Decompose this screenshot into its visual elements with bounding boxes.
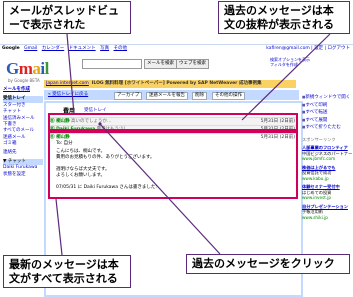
callout-click-past: 過去のメッセージをクリック (186, 254, 350, 274)
left-nav: メールを作成 受信トレイ スター付き チャット 送信済みメール 下書き すべての… (3, 87, 43, 178)
conversation-toolbar: « 受信トレイに戻る アーカイブ 迷惑メールを報告 削除 その他の操作 (44, 90, 299, 100)
callout-snippet: 過去のメッセージは本文の抜粋が表示される (218, 1, 350, 34)
top-ad-banner[interactable]: Japan internet.com ILOG 無料料理 [ホワイトペーパー] … (44, 80, 296, 88)
report-spam-button[interactable]: 迷惑メールを報告 (146, 92, 188, 100)
sponsored-ad[interactable]: 体験セミナー受付中 はじめての投資 www.invest.jp (302, 184, 351, 201)
callout-thread-view: メールがスレッドビューで表示された (3, 1, 131, 34)
top-ad-text[interactable]: ILOG 無料料理 [ホワイトペーパー] Powered by SAP NetW… (92, 81, 262, 86)
forward-all-link[interactable]: すべて転送 (302, 109, 351, 117)
callout-thread-view-text: メールがスレッドビューで表示された (9, 4, 119, 31)
nav-google[interactable]: Google (2, 46, 20, 51)
callout-snippet-text: 過去のメッセージは本文の抜粋が表示される (224, 4, 334, 31)
ad-url: www.kabu.jp (302, 175, 329, 181)
compose-link[interactable]: メールを作成 (3, 87, 43, 93)
search-mail-button[interactable]: メールを検索 (144, 59, 177, 69)
collapse-all-link[interactable]: すべて折りたたむ (302, 124, 351, 132)
nav-gmail[interactable]: Gmail (24, 46, 37, 51)
archive-button[interactable]: アーカイブ (114, 92, 143, 100)
user-bar[interactable]: kafiren@gmail.com | 設定 | ログアウト (266, 46, 350, 52)
chat-user[interactable]: Daiki Furukawa (3, 165, 43, 171)
highlight-expanded-message (48, 131, 298, 199)
back-to-inbox-link[interactable]: « 受信トレイに戻る (46, 92, 90, 98)
callout-latest-full-text: 最新のメッセージは本文がすべて表示される (9, 258, 119, 285)
nav-photos[interactable]: 写真 (100, 46, 109, 51)
gmail-logo[interactable]: Gmail (6, 59, 49, 79)
expand-all-link[interactable]: すべて展開 (302, 117, 351, 125)
sponsored-ad[interactable]: 株価は上がるでも 投資信託で成功 www.kabu.jp (302, 165, 351, 182)
more-actions-select[interactable]: その他の操作 (212, 92, 245, 100)
ad-url: www.jbmfc.com (302, 156, 336, 161)
create-filter-link[interactable]: フィルタを作成 (270, 62, 310, 67)
delete-button[interactable]: 削除 (192, 92, 207, 100)
right-column: 新規ウィンドウで開く すべて印刷 すべて転送 すべて展開 すべて折りたたむ スポ… (302, 94, 352, 221)
nav-docs[interactable]: ドキュメント (69, 46, 96, 51)
sidebar-item-trash[interactable]: ゴミ箱 (3, 141, 43, 147)
callout-latest-full: 最新のメッセージは本文がすべて表示される (3, 255, 131, 288)
search-input[interactable] (82, 59, 142, 69)
contacts-link[interactable]: 連絡先 (3, 150, 43, 156)
sponsored-ad[interactable]: 人脈事業のフロンティア 中国ビジネスのパートナー www.jbmfc.com (302, 145, 352, 162)
sponsored-ad[interactable]: 自分プレゼンテーション 手帳活用術 www.shiki.jp (302, 204, 351, 221)
top-ad-prefix[interactable]: Japan internet.com (46, 81, 89, 86)
search-options: 検索オプションを表示 フィルタを作成 (270, 57, 310, 67)
nav-calendar[interactable]: カレンダー (42, 46, 65, 51)
highlight-collapsed-messages (48, 113, 298, 131)
print-all-link[interactable]: すべて印刷 (302, 102, 351, 110)
search-web-button[interactable]: ウェブを検索 (176, 59, 209, 69)
ad-title[interactable]: 人脈事業のフロンティア (302, 145, 351, 151)
ad-url: www.invest.jp (302, 195, 332, 200)
google-topnav: Google Gmail カレンダー ドキュメント 写真 その他 (2, 46, 130, 52)
chat-status[interactable]: 状態を設定 (3, 172, 43, 178)
nav-more[interactable]: その他 (114, 46, 128, 51)
callout-click-past-text: 過去のメッセージをクリック (192, 257, 335, 270)
logo-beta: by Google BETA (8, 78, 40, 83)
ad-url: www.shiki.jp (302, 214, 328, 220)
open-new-window-link[interactable]: 新規ウィンドウで開く (302, 94, 351, 102)
sponsor-heading: スポンサーリンク (302, 136, 336, 142)
